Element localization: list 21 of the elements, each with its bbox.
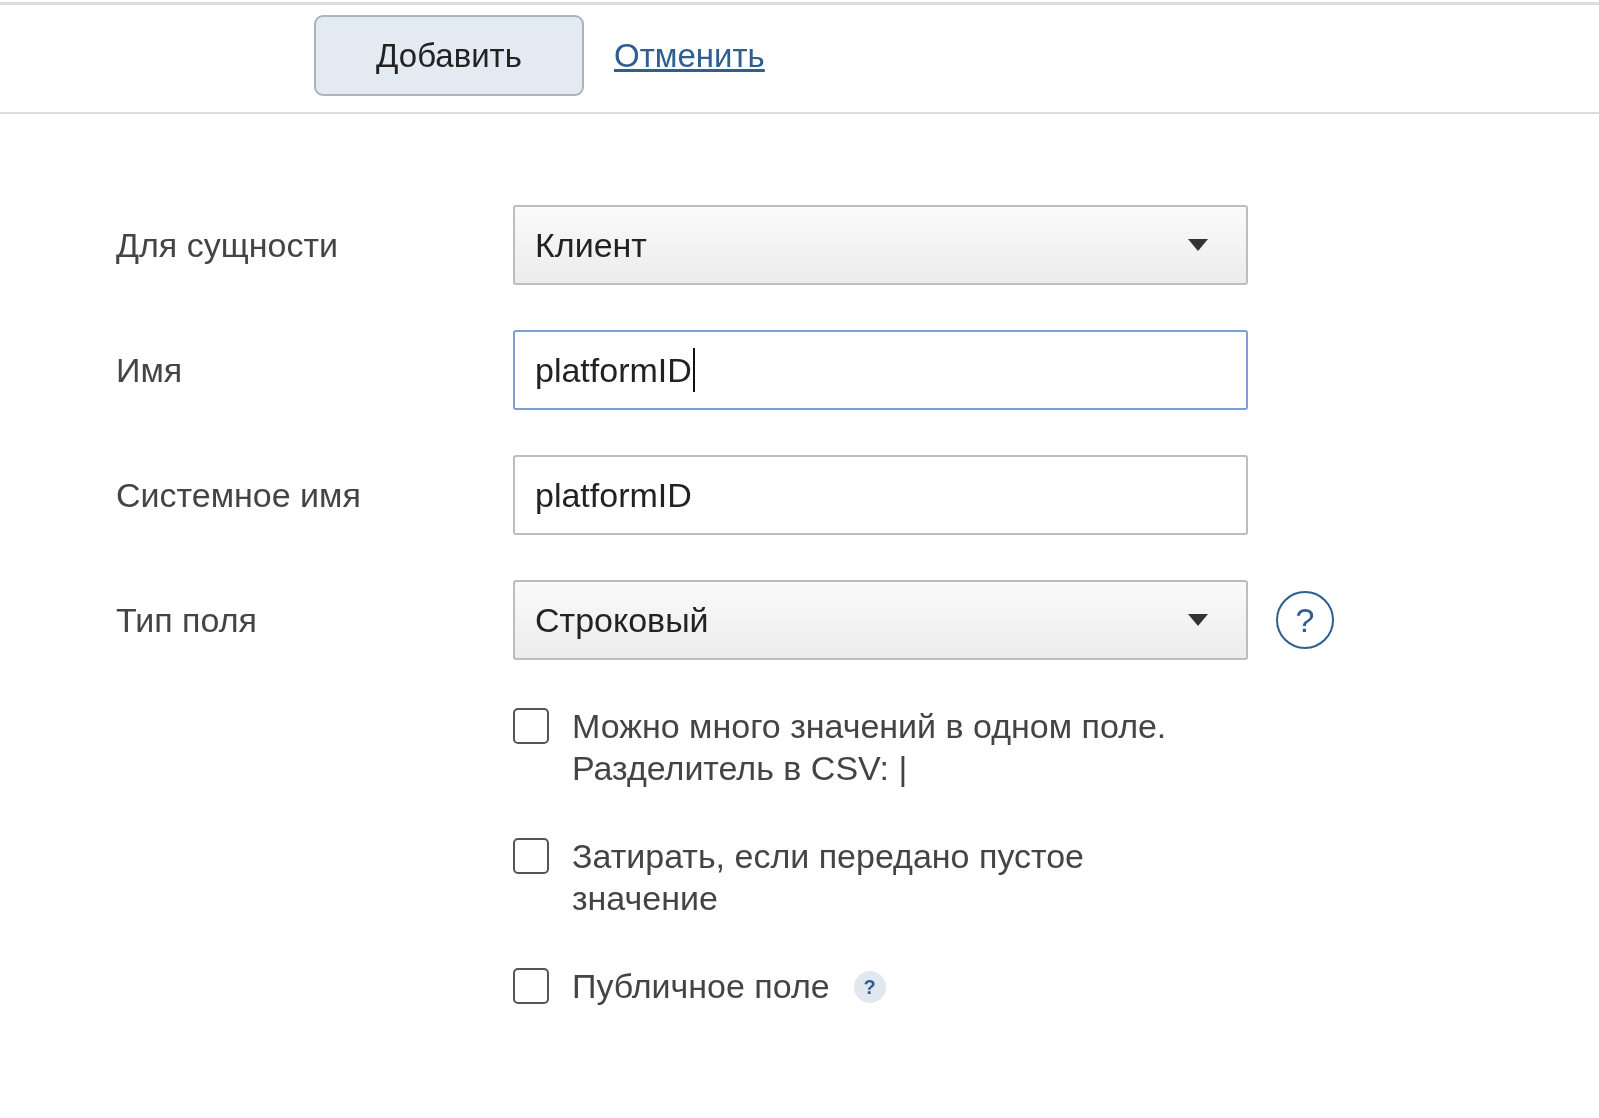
help-icon[interactable]: ? [1276,591,1334,649]
checkbox-label: Затирать, если передано пустое значение [572,836,1085,919]
checkbox-label: Можно много значений в одном поле. Разделитель в CSV: | [572,706,1168,789]
field-label: Для сущности [116,225,339,265]
input-field[interactable]: platformID [513,330,1248,410]
dropdown[interactable]: Клиент [513,205,1248,285]
help-icon[interactable]: ? [853,971,886,1003]
add-button[interactable]: Добавить [314,15,584,96]
checkbox-label: Публичное поле [572,966,830,1007]
cancel-link[interactable]: Отменить [614,36,765,75]
text-cursor [692,348,695,392]
input-field[interactable]: platformID [513,455,1248,535]
checkbox[interactable] [513,968,549,1004]
caret-icon [1188,239,1208,251]
field-label: Системное имя [116,475,362,515]
caret-icon [1188,614,1208,626]
checkbox[interactable] [513,838,549,874]
field-label: Тип поля [116,600,258,640]
dropdown[interactable]: Строковый [513,580,1248,660]
checkbox[interactable] [513,708,549,744]
field-label: Имя [116,350,184,390]
